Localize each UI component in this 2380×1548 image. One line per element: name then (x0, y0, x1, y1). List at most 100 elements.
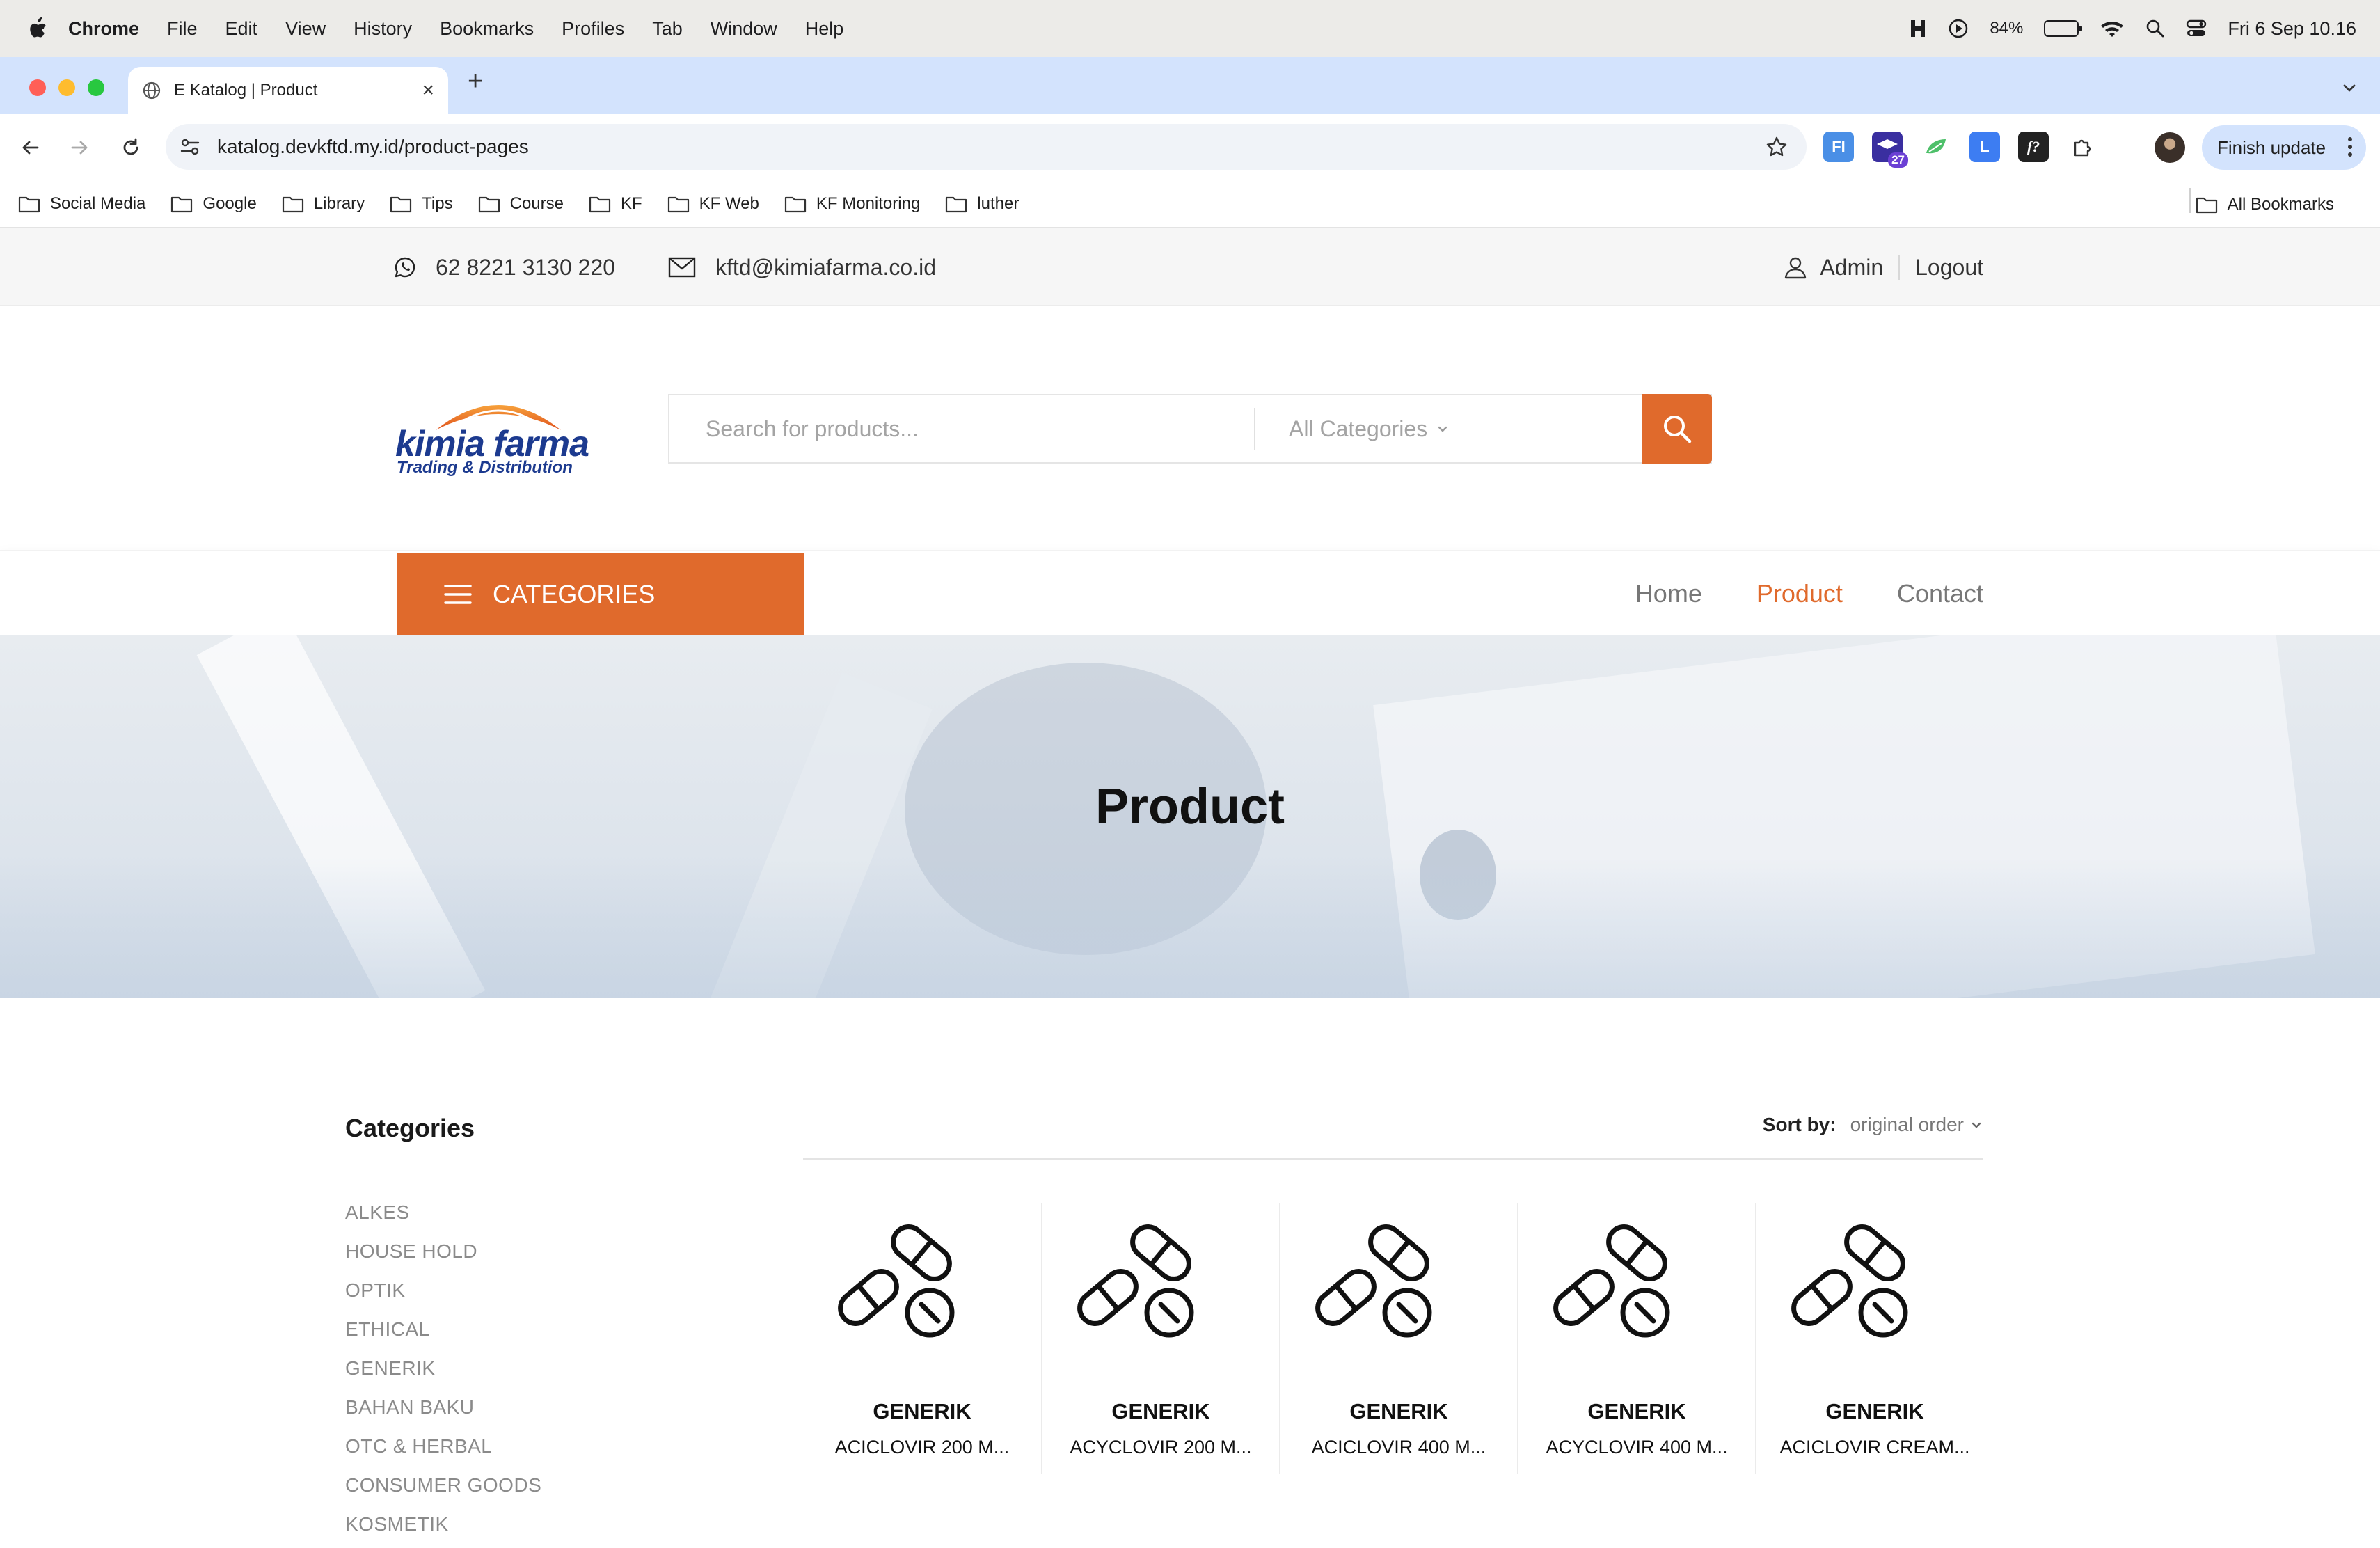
sidebar-category-list: ALKES HOUSE HOLD OPTIK ETHICAL GENERIK B… (345, 1199, 541, 1548)
menu-help[interactable]: Help (805, 18, 844, 40)
macos-menubar: Chrome File Edit View History Bookmarks … (0, 0, 2380, 57)
sort-control[interactable]: Sort by: original order (1763, 1114, 1983, 1136)
folder-icon (667, 196, 689, 213)
bookmark-folder-luther[interactable]: luther (945, 194, 1019, 214)
bookmark-folder-tips[interactable]: Tips (390, 194, 453, 214)
bookmark-label: KF (620, 194, 642, 213)
extension-l-icon[interactable]: L (1969, 132, 2000, 162)
tab-close-icon[interactable]: × (422, 79, 434, 102)
product-card[interactable]: GENERIK ACYCLOVIR 400 M... (1516, 1203, 1755, 1474)
menu-history[interactable]: History (354, 18, 412, 40)
main-navbar: CATEGORIES Home Product Contact (0, 550, 2380, 636)
extensions-puzzle-icon[interactable] (2067, 132, 2097, 162)
bookmark-folder-course[interactable]: Course (478, 194, 564, 214)
battery-icon[interactable] (2044, 20, 2083, 37)
account-divider (1898, 255, 1901, 280)
search-button[interactable] (1642, 394, 1712, 464)
sort-label: Sort by: (1762, 1114, 1836, 1135)
spotlight-search-icon[interactable] (2145, 19, 2165, 38)
menu-window[interactable]: Window (711, 18, 777, 40)
tab-title: E Katalog | Product (174, 81, 318, 100)
product-card[interactable]: GENERIK ACICLOVIR CREAM... (1755, 1203, 1993, 1474)
tab-e-katalog[interactable]: E Katalog | Product × (128, 67, 448, 114)
forward-arrow-icon[interactable] (64, 132, 95, 163)
extension-leaf-icon[interactable] (1921, 132, 1951, 162)
bookmark-label: KF Monitoring (816, 194, 921, 213)
extension-graduation-icon[interactable]: 27 (1872, 132, 1908, 168)
folder-icon (478, 196, 500, 213)
sidebar-item-generik[interactable]: GENERIK (345, 1354, 541, 1393)
menu-view[interactable]: View (285, 18, 326, 40)
folder-icon (390, 196, 412, 213)
bookmark-folder-library[interactable]: Library (282, 194, 365, 214)
product-card[interactable]: GENERIK ACICLOVIR 200 M... (803, 1203, 1041, 1474)
profile-avatar[interactable] (2155, 132, 2185, 163)
more-vertical-icon[interactable] (2347, 135, 2354, 164)
bookmarks-divider (2189, 188, 2191, 213)
wifi-icon[interactable] (2100, 19, 2125, 38)
product-category: GENERIK (873, 1399, 971, 1423)
menu-profiles[interactable]: Profiles (562, 18, 624, 40)
category-select[interactable]: All Categories (1255, 416, 1642, 442)
sidebar-item-consumer-goods[interactable]: CONSUMER GOODS (345, 1471, 541, 1510)
product-card[interactable]: GENERIK ACICLOVIR 400 M... (1278, 1203, 1517, 1474)
phone-contact[interactable]: 62 8221 3130 220 (394, 228, 615, 306)
search-input[interactable] (669, 395, 1254, 462)
menu-bookmarks[interactable]: Bookmarks (440, 18, 534, 40)
sidebar-item-kosmetik[interactable]: KOSMETIK (345, 1510, 541, 1548)
sidebar-categories-title: Categories (345, 1114, 475, 1142)
product-card[interactable]: GENERIK ACYCLOVIR 200 M... (1040, 1203, 1279, 1474)
hamburger-menu-icon (444, 585, 472, 604)
bookmark-star-icon[interactable] (1765, 135, 1788, 164)
bookmark-folder-google[interactable]: Google (170, 194, 257, 214)
admin-link[interactable]: Admin (1820, 255, 1883, 281)
sidebar-item-otc-herbal[interactable]: OTC & HERBAL (345, 1432, 541, 1471)
sidebar-item-bahan-baku[interactable]: BAHAN BAKU (345, 1393, 541, 1432)
reload-icon[interactable] (116, 132, 146, 163)
sidebar-item-ethical[interactable]: ETHICAL (345, 1316, 541, 1354)
extension-fi-icon[interactable]: FI (1823, 132, 1854, 162)
product-name[interactable]: ACYCLOVIR 200 M... (1042, 1437, 1279, 1458)
menu-app-name[interactable]: Chrome (68, 18, 139, 40)
bookmark-folder-kf-web[interactable]: KF Web (667, 194, 759, 214)
bookmark-folder-social-media[interactable]: Social Media (18, 194, 145, 214)
pills-icon (1553, 1224, 1670, 1338)
extension-font-icon[interactable]: f? (2018, 132, 2049, 162)
logout-link[interactable]: Logout (1915, 255, 1983, 281)
new-tab-button[interactable]: + (468, 68, 483, 95)
product-name[interactable]: ACICLOVIR CREAM... (1756, 1437, 1993, 1458)
bookmark-folder-kf[interactable]: KF (589, 194, 642, 214)
minimize-window-button[interactable] (58, 79, 75, 96)
control-center-icon[interactable] (2186, 19, 2207, 38)
zoom-window-button[interactable] (88, 79, 104, 96)
product-name[interactable]: ACICLOVIR 200 M... (803, 1437, 1041, 1458)
apple-logo-icon[interactable] (26, 17, 49, 40)
menu-edit[interactable]: Edit (225, 18, 258, 40)
sidebar-item-optik[interactable]: OPTIK (345, 1277, 541, 1316)
play-circle-icon[interactable] (1948, 18, 1969, 39)
bookmark-folder-kf-monitoring[interactable]: KF Monitoring (784, 194, 920, 214)
sidebar-item-house-hold[interactable]: HOUSE HOLD (345, 1238, 541, 1277)
menubar-clock[interactable]: Fri 6 Sep 10.16 (2228, 18, 2356, 40)
back-arrow-icon[interactable] (15, 132, 46, 163)
site-settings-icon[interactable] (180, 136, 200, 162)
whatsapp-icon (395, 257, 415, 278)
close-window-button[interactable] (29, 79, 46, 96)
nav-link-contact[interactable]: Contact (1897, 579, 1983, 608)
menu-file[interactable]: File (167, 18, 198, 40)
tab-search-chevron-icon[interactable] (2340, 78, 2359, 101)
product-name[interactable]: ACICLOVIR 400 M... (1280, 1437, 1517, 1458)
menu-tab[interactable]: Tab (652, 18, 683, 40)
h-app-icon[interactable] (1909, 19, 1927, 38)
product-name[interactable]: ACYCLOVIR 400 M... (1518, 1437, 1755, 1458)
sidebar-item-alkes[interactable]: ALKES (345, 1199, 541, 1238)
address-bar[interactable]: katalog.devkftd.my.id/product-pages (166, 124, 1807, 170)
nav-link-product[interactable]: Product (1756, 579, 1843, 608)
email-contact[interactable]: kftd@kimiafarma.co.id (668, 228, 936, 306)
all-bookmarks-button[interactable]: All Bookmarks (2196, 181, 2334, 228)
nav-link-home[interactable]: Home (1635, 579, 1702, 608)
hero-bg-shape (0, 858, 2380, 998)
kimia-farma-logo[interactable]: kimia farma Trading & Distribution (394, 384, 610, 477)
finish-update-button[interactable]: Finish update (2202, 125, 2366, 170)
categories-menu-button[interactable]: CATEGORIES (397, 553, 804, 636)
